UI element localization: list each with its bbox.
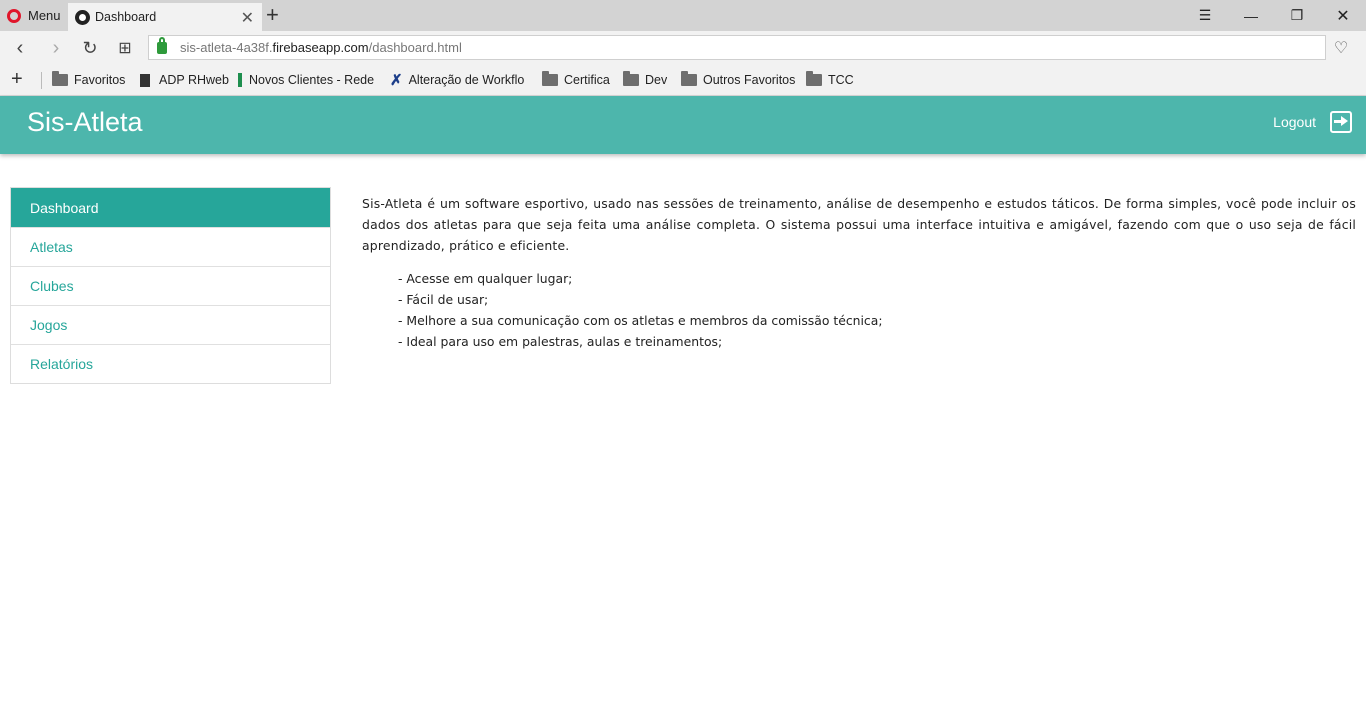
feature-item: - Fácil de usar; bbox=[398, 292, 489, 307]
minimize-button[interactable]: — bbox=[1228, 0, 1274, 31]
bookmark-label: Novos Clientes - Rede bbox=[249, 73, 374, 87]
sidebar-item-clubes[interactable]: Clubes bbox=[11, 266, 330, 305]
feature-list: - Acesse em qualquer lugar; - Fácil de u… bbox=[362, 268, 1356, 352]
bookmark-favoritos[interactable]: Favoritos bbox=[52, 64, 125, 96]
close-tab-icon[interactable]: ✕ bbox=[241, 8, 254, 28]
app-brand[interactable]: Sis-Atleta bbox=[27, 107, 143, 138]
url-input[interactable]: sis-atleta-4a38f. firebaseapp.com/dashboa… bbox=[148, 35, 1326, 60]
intro-paragraph: Sis-Atleta é um software esportivo, usad… bbox=[362, 196, 1356, 253]
folder-icon bbox=[52, 71, 68, 86]
sidebar-item-atletas[interactable]: Atletas bbox=[11, 227, 330, 266]
bookmark-label: Outros Favoritos bbox=[703, 73, 796, 87]
browser-menu-button[interactable]: Menu bbox=[0, 0, 68, 31]
bookmark-label: Favoritos bbox=[74, 73, 126, 87]
tab-dashboard[interactable]: Dashboard ✕ bbox=[68, 3, 262, 31]
folder-icon bbox=[623, 71, 639, 86]
bookmark-label: Certifica bbox=[564, 73, 610, 87]
opera-logo-icon bbox=[7, 8, 21, 23]
restore-button[interactable]: ❐ bbox=[1274, 0, 1320, 31]
tab-title: Dashboard bbox=[95, 10, 157, 24]
forward-button[interactable]: › bbox=[42, 34, 70, 62]
bookmark-alteracao-workflow[interactable]: ✗ Alteração de Workflow bbox=[390, 64, 524, 96]
tab-menu-icon[interactable]: ☰ bbox=[1182, 0, 1228, 31]
browser-menu-label: Menu bbox=[28, 8, 61, 23]
sidebar-item-relatorios[interactable]: Relatórios bbox=[11, 344, 330, 383]
url-domain: firebaseapp.com bbox=[272, 40, 369, 55]
speed-dial-grid-icon[interactable]: ⊞ bbox=[111, 34, 139, 62]
bookmark-label: Alteração de Workflow bbox=[408, 73, 524, 87]
bookmark-outros-favoritos[interactable]: Outros Favoritos bbox=[681, 64, 795, 96]
spreadsheet-icon bbox=[238, 73, 242, 87]
bookmarks-bar: + Favoritos ADP RHweb Novos Clientes - R… bbox=[0, 64, 1366, 96]
reload-button[interactable]: ↻ bbox=[76, 34, 104, 62]
folder-icon bbox=[542, 71, 558, 86]
browser-tab-bar: Menu Dashboard ✕ + ☰ — ❐ ✕ bbox=[0, 0, 1366, 31]
feature-item: - Ideal para uso em palestras, aulas e t… bbox=[398, 334, 723, 349]
bookmark-certifica[interactable]: Certifica bbox=[542, 64, 610, 96]
bookmark-heart-icon[interactable]: ♡ bbox=[1328, 35, 1354, 60]
logout-label: Logout bbox=[1273, 114, 1316, 130]
main-content: Sis-Atleta é um software esportivo, usad… bbox=[362, 193, 1356, 352]
bookmark-label: ADP RHweb bbox=[159, 73, 229, 87]
sidebar-item-jogos[interactable]: Jogos bbox=[11, 305, 330, 344]
bookmark-novos-clientes[interactable]: Novos Clientes - Rede bbox=[238, 64, 374, 96]
close-window-button[interactable]: ✕ bbox=[1320, 0, 1366, 31]
logout-icon bbox=[1330, 111, 1352, 133]
secure-lock-icon bbox=[157, 36, 167, 54]
folder-icon bbox=[681, 71, 697, 86]
bookmark-adp-rhweb[interactable]: ADP RHweb bbox=[140, 64, 229, 96]
address-toolbar: ‹ › ↻ ⊞ sis-atleta-4a38f. firebaseapp.com… bbox=[0, 31, 1366, 64]
bookmark-dev[interactable]: Dev bbox=[623, 64, 667, 96]
bookmark-label: TCC bbox=[828, 73, 854, 87]
bookmark-tcc[interactable]: TCC bbox=[806, 64, 854, 96]
sidebar-menu: Dashboard Atletas Clubes Jogos Relatório… bbox=[10, 187, 331, 384]
feature-item: - Melhore a sua comunicação com os atlet… bbox=[398, 313, 883, 328]
add-bookmark-button[interactable]: + bbox=[11, 68, 23, 91]
logout-button[interactable]: Logout bbox=[1273, 111, 1352, 133]
tools-icon: ✗ bbox=[390, 72, 403, 89]
back-button[interactable]: ‹ bbox=[6, 34, 34, 62]
folder-icon bbox=[806, 71, 822, 86]
sidebar-item-dashboard[interactable]: Dashboard bbox=[11, 188, 330, 227]
app-header: Sis-Atleta Logout bbox=[0, 96, 1366, 154]
bookmark-label: Dev bbox=[645, 73, 668, 87]
feature-item: - Acesse em qualquer lugar; bbox=[398, 271, 573, 286]
url-prefix: sis-atleta-4a38f. bbox=[180, 40, 273, 55]
bookmarks-divider bbox=[41, 72, 42, 89]
new-tab-button[interactable]: + bbox=[266, 3, 279, 27]
document-icon bbox=[140, 73, 150, 87]
soccer-ball-icon bbox=[75, 9, 90, 25]
url-path: /dashboard.html bbox=[368, 40, 462, 55]
